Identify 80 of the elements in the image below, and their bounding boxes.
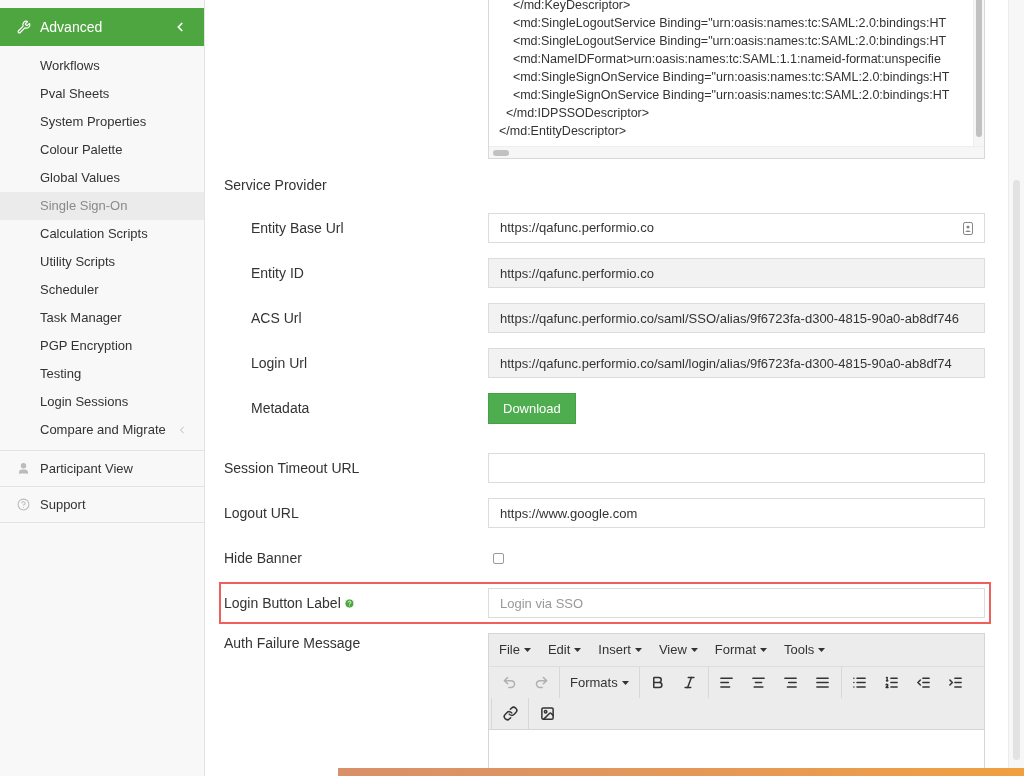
code-line: </md:EntityDescriptor> bbox=[499, 123, 627, 140]
code-line: <md:SingleSignOnService Binding="urn:oasis:names:tc:SAML:2.0:bindings:HT bbox=[511, 87, 950, 104]
help-icon bbox=[343, 597, 355, 609]
menu-button[interactable]: File bbox=[494, 640, 536, 660]
menu-button[interactable]: Format bbox=[709, 640, 772, 660]
text-field[interactable]: https://qafunc.performio.co/saml/SSO/alias/9f6723fa-d300-4815-90a0-ab8df746 bbox=[488, 303, 985, 333]
section-label: Advanced bbox=[40, 17, 104, 37]
sidebar-item[interactable]: Compare and Migrate bbox=[0, 416, 204, 444]
sidebar-item[interactable]: Participant View bbox=[0, 451, 204, 487]
code-line: </md:KeyDescriptor> bbox=[511, 0, 631, 14]
text-field[interactable]: Login via SSO bbox=[488, 588, 985, 618]
wrench-icon bbox=[17, 20, 31, 34]
field-label: Auth Failure Message bbox=[224, 634, 361, 653]
text-field[interactable]: https://www.google.com bbox=[488, 498, 985, 528]
text-field[interactable] bbox=[488, 453, 985, 483]
help-icon bbox=[17, 498, 30, 511]
sidebar-item[interactable]: Colour Palette bbox=[0, 136, 204, 164]
field-label: Logout URL bbox=[224, 503, 299, 523]
checkbox[interactable] bbox=[493, 552, 504, 564]
sidebar-item[interactable]: Workflows bbox=[0, 52, 204, 80]
sidebar-item[interactable]: Global Values bbox=[0, 164, 204, 192]
code-line: </md:IDPSSODescriptor> bbox=[504, 105, 650, 122]
caret-icon bbox=[690, 648, 698, 652]
horizontal-scrollbar[interactable] bbox=[489, 146, 984, 158]
indent-icon bbox=[948, 675, 964, 690]
field-label: ACS Url bbox=[251, 308, 302, 328]
field-label: Session Timeout URL bbox=[224, 458, 360, 478]
field-label: Login Url bbox=[251, 353, 308, 373]
bold-icon bbox=[650, 675, 666, 690]
field-label: Metadata bbox=[251, 399, 310, 418]
sidebar-item[interactable]: PGP Encryption bbox=[0, 332, 204, 360]
code-line: <md:SingleLogoutService Binding="urn:oasis:names:tc:SAML:2.0:bindings:HT bbox=[511, 33, 947, 50]
caret-icon bbox=[818, 648, 826, 652]
field-label: Hide Banner bbox=[224, 548, 302, 568]
metadata-textarea[interactable] bbox=[488, 0, 985, 159]
sidebar-item[interactable]: Login Sessions bbox=[0, 388, 204, 416]
field-label: Login Button Label bbox=[224, 593, 341, 613]
text-field[interactable]: https://qafunc.performio.co/saml/login/alias/9f6723fa-d300-4815-90a0-ab8df74 bbox=[488, 348, 985, 378]
numbered-list-icon bbox=[884, 675, 900, 690]
align-center-icon bbox=[751, 675, 767, 690]
caret-icon bbox=[574, 648, 582, 652]
sidebar-item[interactable]: Pval Sheets bbox=[0, 80, 204, 108]
sidebar-item[interactable]: Utility Scripts bbox=[0, 248, 204, 276]
text-field[interactable]: https://qafunc.performio.co bbox=[488, 213, 985, 243]
sidebar-item[interactable]: Scheduler bbox=[0, 276, 204, 304]
sidebar-item[interactable]: Calculation Scripts bbox=[0, 220, 204, 248]
field-label: Entity Base Url bbox=[251, 218, 344, 238]
caret-icon bbox=[621, 680, 629, 685]
person-icon bbox=[17, 462, 30, 475]
contact-card-icon bbox=[963, 221, 973, 235]
text-field[interactable]: https://qafunc.performio.co bbox=[488, 258, 985, 288]
undo-icon bbox=[501, 675, 517, 690]
page-scrollbar[interactable] bbox=[1008, 0, 1024, 768]
section-heading: Service Provider bbox=[224, 176, 327, 195]
sidebar-item[interactable]: Support bbox=[0, 487, 204, 523]
align-right-icon bbox=[783, 675, 799, 690]
caret-icon bbox=[523, 648, 531, 652]
sidebar-item[interactable]: System Properties bbox=[0, 108, 204, 136]
caret-icon bbox=[760, 648, 767, 652]
vertical-scrollbar[interactable] bbox=[973, 0, 984, 146]
outdent-icon bbox=[916, 675, 932, 690]
code-line: <md:NameIDFormat>urn:oasis:names:tc:SAML:1.1:nameid-format:unspecifie bbox=[511, 51, 941, 68]
menu-button[interactable]: Tools bbox=[779, 640, 831, 660]
image-icon bbox=[539, 706, 555, 721]
italic-icon bbox=[682, 675, 698, 690]
link-icon bbox=[502, 706, 518, 721]
align-justify-icon bbox=[815, 675, 831, 690]
menu-button[interactable]: Edit bbox=[542, 640, 587, 660]
menu-button[interactable]: View bbox=[653, 640, 703, 660]
code-line: <md:SingleSignOnService Binding="urn:oasis:names:tc:SAML:2.0:bindings:HT bbox=[511, 69, 950, 86]
menu-button[interactable]: Insert bbox=[593, 640, 647, 660]
redo-icon bbox=[533, 675, 549, 690]
caret-icon bbox=[634, 648, 642, 652]
sidebar-item[interactable]: Task Manager bbox=[0, 304, 204, 332]
field-label: Entity ID bbox=[251, 263, 304, 283]
bullet-list-icon bbox=[852, 675, 868, 690]
formats-dropdown[interactable]: Formats bbox=[562, 669, 637, 696]
code-line: <md:SingleLogoutService Binding="urn:oasis:names:tc:SAML:2.0:bindings:HT bbox=[511, 15, 947, 32]
align-left-icon bbox=[719, 675, 735, 690]
sidebar-item[interactable]: Testing bbox=[0, 360, 204, 388]
